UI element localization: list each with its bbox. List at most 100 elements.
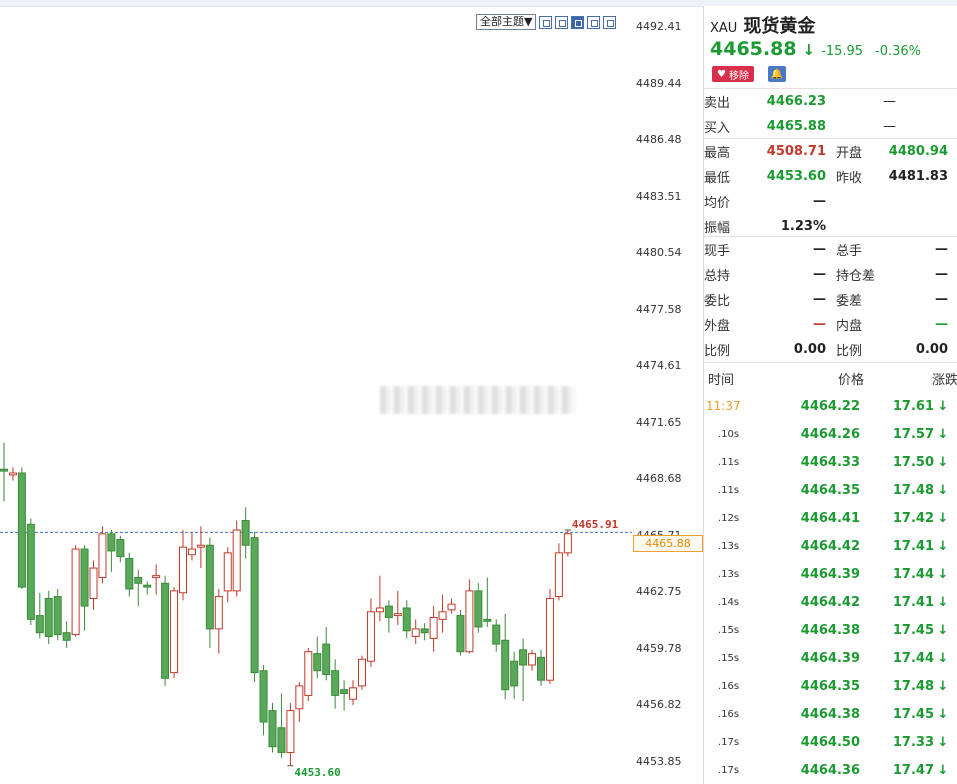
candle-down [116, 539, 125, 558]
layout-b-icon[interactable] [555, 15, 569, 29]
candle-down [331, 670, 340, 696]
candle-up [375, 607, 384, 613]
axis-tick-label: 4468.68 [636, 472, 682, 485]
remove-button[interactable]: ♥ 移除 [712, 66, 754, 82]
layout-d-icon[interactable] [587, 15, 601, 29]
tick-time: .17s [718, 764, 740, 776]
tick-row[interactable]: 11:37 4464.22 17.61 ↓ [704, 392, 957, 420]
candle-up [8, 472, 17, 476]
stats-row: 最低 4453.60 昨收 4481.83 [704, 164, 957, 189]
tick-change: 17.50 [892, 454, 934, 470]
quote-actions: ♥ 移除 🔔 [712, 66, 786, 82]
stat-label: 昨收 [836, 171, 863, 186]
stat-label: 委差 [836, 294, 863, 309]
tick-change: 17.44 [892, 566, 934, 582]
axis-tick-label: 4462.75 [636, 585, 682, 598]
price-axis: 4492.41 4489.44 4486.48 4483.51 4480.54 4477.… [632, 6, 702, 784]
low-label: 4453.60 [294, 766, 340, 779]
layout-a-icon[interactable] [539, 15, 553, 29]
stat-label: 总手 [836, 244, 863, 259]
tick-price: 4464.38 [800, 706, 860, 722]
stat-label: 振幅 [704, 221, 731, 236]
tick-price: 4464.26 [800, 426, 860, 442]
candle-down [537, 656, 545, 681]
down-arrow-icon: ↓ [937, 482, 949, 498]
candle-down [322, 643, 331, 676]
tick-row[interactable]: .16s 4464.38 17.45 ↓ [704, 700, 957, 728]
down-arrow-icon: ↓ [937, 538, 949, 554]
last-high-label: 4465.91 [572, 518, 619, 531]
tick-price: 4464.36 [800, 762, 860, 778]
candle-down [241, 520, 250, 546]
tick-time: .11s [718, 456, 740, 468]
down-arrow-icon: ↓ [802, 41, 816, 59]
bidask-value: 4465.88 [766, 119, 826, 134]
tick-row[interactable]: .17s 4464.36 17.47 ↓ [704, 756, 957, 784]
stats2-block: 现手 — 总手 — 总持 — 持仓差 — 委比 — 委差 — 外盘 — 内盘 — 比例 0.00 比例 0.00 [704, 236, 957, 362]
price-change: -15.95 [821, 44, 864, 59]
candle-up [554, 552, 563, 598]
tick-change: 17.48 [892, 482, 934, 498]
tick-time: .12s [718, 512, 740, 524]
tick-row[interactable]: .14s 4464.42 17.41 ↓ [704, 588, 957, 616]
candle-up [545, 597, 554, 681]
tick-row[interactable]: .12s 4464.41 17.42 ↓ [704, 504, 957, 532]
tick-time: .17s [718, 736, 740, 748]
candle-down [384, 605, 393, 618]
tick-time: .15s [718, 624, 740, 636]
axis-tick-label: 4486.48 [636, 133, 682, 146]
candle-up [447, 603, 456, 611]
tick-change: 17.33 [892, 734, 934, 750]
tick-price: 4464.39 [800, 566, 860, 582]
tick-row[interactable]: .17s 4464.50 17.33 ↓ [704, 728, 957, 756]
theme-dropdown[interactable]: 全部主题▼ [476, 14, 537, 30]
tick-time: .16s [718, 680, 740, 692]
layout-e-icon[interactable] [603, 15, 617, 29]
tick-price: 4464.41 [800, 510, 860, 526]
candle-up [358, 658, 366, 687]
candle-down [483, 618, 492, 622]
tick-row[interactable]: .13s 4464.39 17.44 ↓ [704, 560, 957, 588]
bell-icon[interactable]: 🔔 [767, 66, 786, 82]
stat-value: — [813, 317, 826, 332]
stat-value: — [935, 267, 948, 282]
stats-row: 最高 4508.71 开盘 4480.94 [704, 139, 957, 164]
stats-row: 委比 — 委差 — [704, 287, 957, 312]
tick-row[interactable]: .10s 4464.26 17.57 ↓ [704, 420, 957, 448]
tick-time: .16s [718, 708, 740, 720]
tick-time: .14s [718, 596, 740, 608]
stats-row: 外盘 — 内盘 — [704, 312, 957, 337]
candle-up [286, 710, 295, 753]
tick-row[interactable]: .15s 4464.38 17.45 ↓ [704, 616, 957, 644]
stats-row: 均价 — [704, 189, 957, 214]
kline-chart-area[interactable]: 4465.91 4453.60 全部主题▼ [0, 6, 632, 784]
stat-label: 比例 [836, 344, 863, 359]
tick-row[interactable]: .16s 4464.35 17.48 ↓ [704, 672, 957, 700]
tick-row[interactable]: .11s 4464.33 17.50 ↓ [704, 448, 957, 476]
candle-down [277, 727, 286, 753]
tick-row[interactable]: .13s 4464.42 17.41 ↓ [704, 532, 957, 560]
tick-price: 4464.22 [800, 398, 860, 414]
tick-change: 17.61 [892, 398, 934, 414]
stat-value: — [935, 292, 948, 307]
candle-down [53, 596, 62, 636]
quote-panel: XAU 现货黄金 4465.88 ↓ -15.95 -0.36% ♥ 移除 🔔 … [703, 6, 957, 784]
remove-label: 移除 [728, 70, 749, 82]
candle-up [295, 685, 304, 710]
candle-down [0, 468, 8, 472]
candle-down [340, 689, 349, 695]
candle-up [349, 687, 358, 700]
stat-label: 总持 [704, 269, 731, 284]
tick-row[interactable]: .11s 4464.35 17.48 ↓ [704, 476, 957, 504]
tick-row[interactable]: .15s 4464.39 17.44 ↓ [704, 644, 957, 672]
current-price-box: 4465.88 [633, 535, 703, 552]
ticks-header-change: 涨跌 [931, 372, 957, 388]
price-line: 4465.88 ↓ -15.95 -0.36% [710, 38, 921, 60]
stat-label: 持仓差 [836, 269, 876, 284]
layout-c-icon[interactable] [571, 15, 585, 29]
down-arrow-icon: ↓ [937, 454, 949, 470]
candle-up [563, 533, 572, 554]
tick-time: .10s [718, 428, 740, 440]
chart-toolbar: 全部主题▼ [476, 14, 617, 30]
tick-change: 17.44 [892, 650, 934, 666]
